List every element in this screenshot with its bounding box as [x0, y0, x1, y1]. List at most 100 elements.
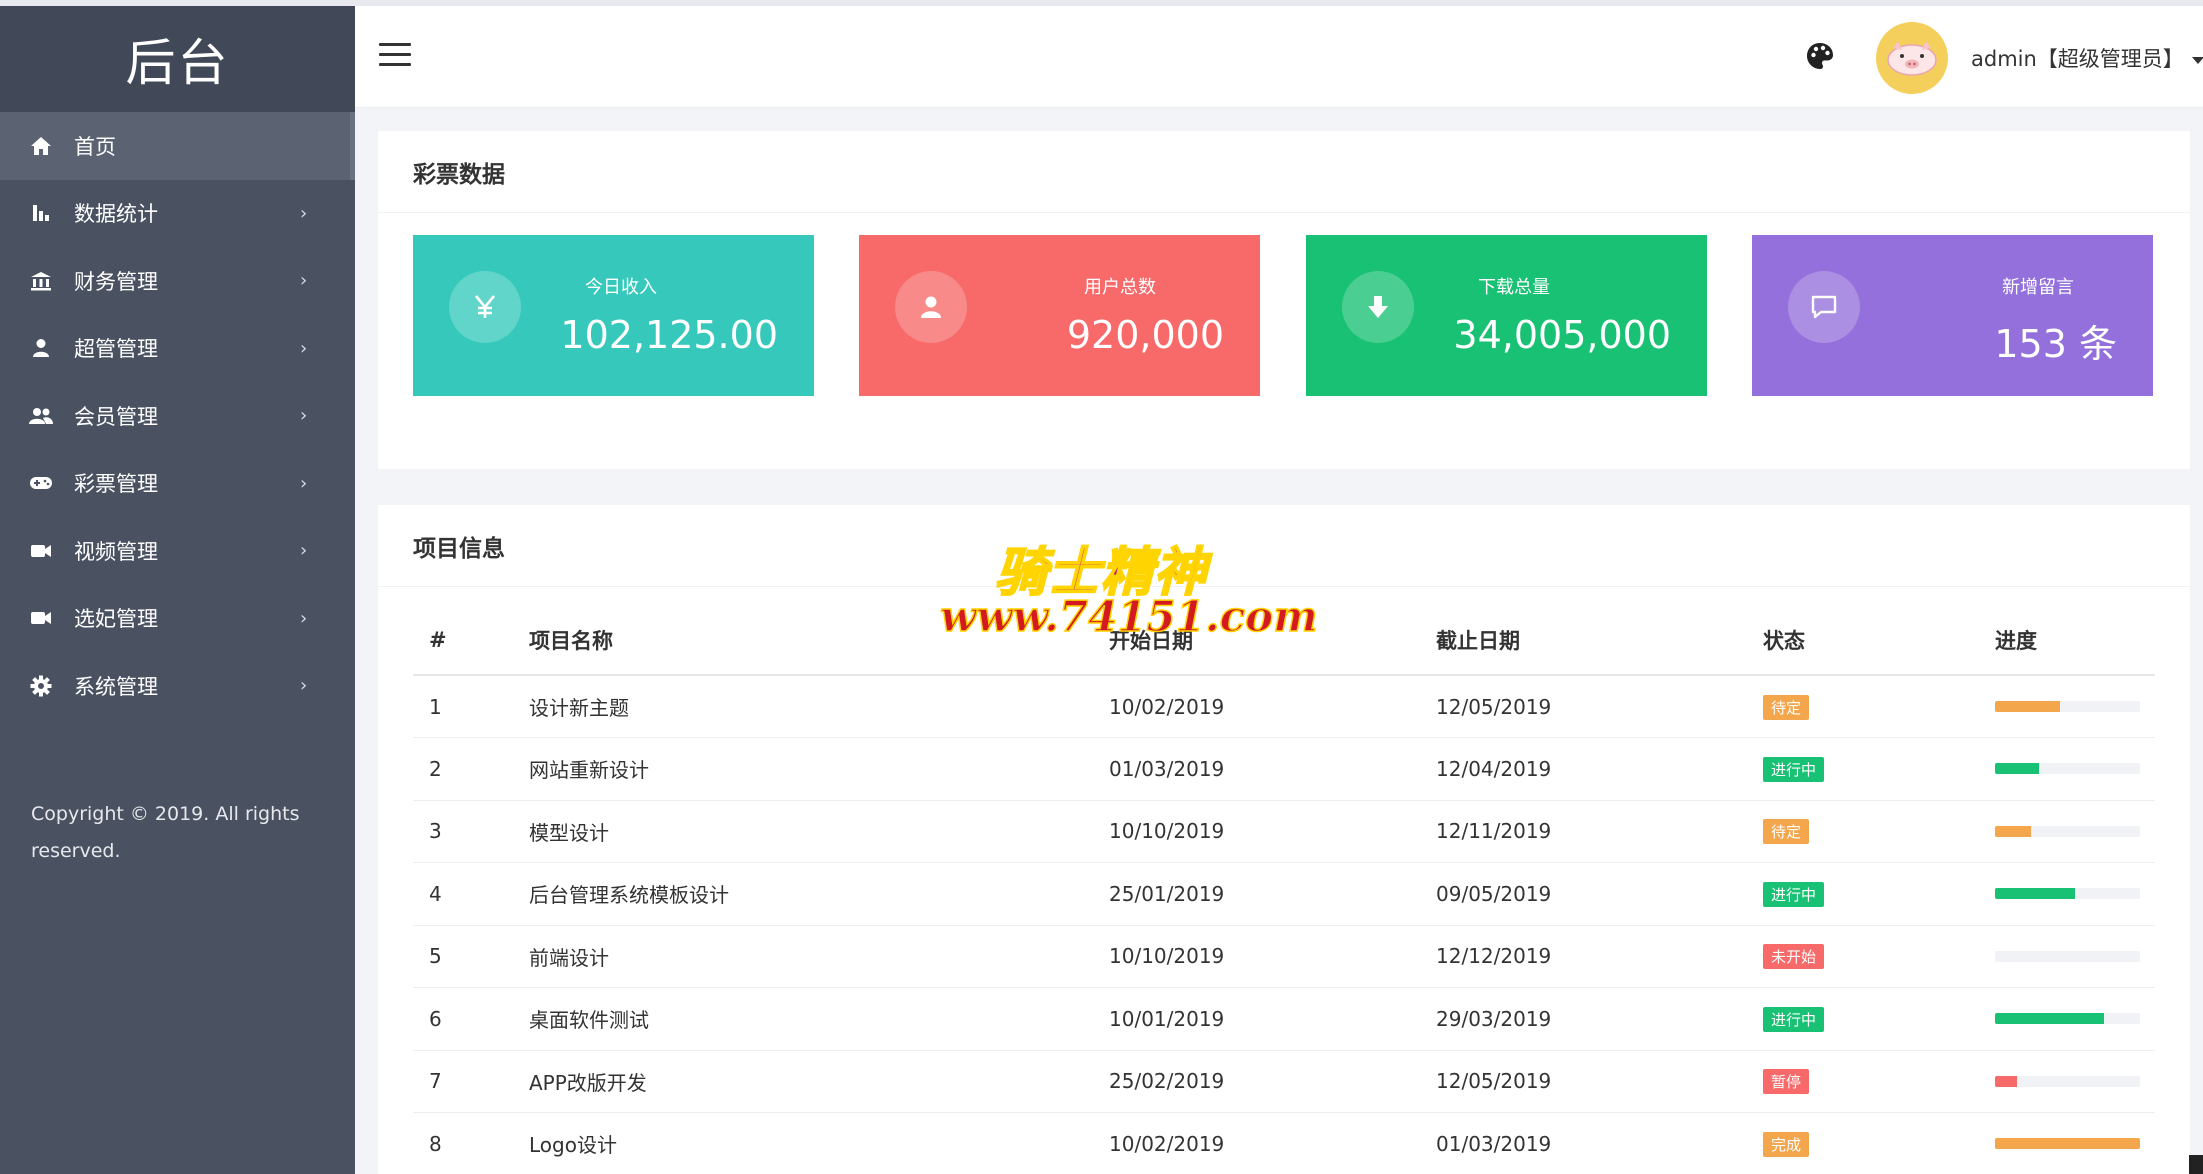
- table-cell-name: 桌面软件测试: [513, 987, 1093, 1051]
- table-cell-end: 09/05/2019: [1420, 862, 1747, 926]
- status-badge: 完成: [1763, 1131, 1810, 1157]
- sidebar-item-finance[interactable]: 财务管理 ›: [0, 247, 355, 315]
- table-row[interactable]: 3 模型设计 10/10/2019 12/11/2019 待定: [413, 800, 2155, 863]
- table-cell-progress: [1979, 925, 2155, 988]
- stat-card-messages[interactable]: 新增留言 153 条: [1752, 235, 2153, 396]
- panel-title: 项目信息: [378, 505, 2190, 587]
- table-cell-status: 进行中: [1747, 987, 1979, 1051]
- table-cell-progress: [1979, 862, 2155, 926]
- table-cell-name: 前端设计: [513, 925, 1093, 988]
- sidebar-item-video[interactable]: 视频管理 ›: [0, 517, 355, 585]
- progress-bar: [1995, 763, 2140, 775]
- chevron-right-icon: ›: [300, 675, 308, 697]
- table-row[interactable]: 1 设计新主题 10/02/2019 12/05/2019 待定: [413, 675, 2155, 738]
- sidebar-item-members[interactable]: 会员管理 ›: [0, 382, 355, 450]
- table-cell-status: 暂停: [1747, 1050, 1979, 1113]
- table-cell-id: 1: [413, 675, 513, 738]
- table-cell-end: 01/03/2019: [1420, 1112, 1747, 1174]
- sidebar-item-label: 会员管理: [74, 404, 158, 429]
- progress-bar: [1995, 1138, 2140, 1150]
- table-cell-end: 12/05/2019: [1420, 1050, 1747, 1113]
- stat-value: 920,000: [1066, 313, 1224, 357]
- sidebar-item-label: 首页: [74, 134, 116, 159]
- palette-icon[interactable]: [1805, 41, 1837, 73]
- table-row[interactable]: 6 桌面软件测试 10/01/2019 29/03/2019 进行中: [413, 987, 2155, 1051]
- menu-toggle-button[interactable]: [379, 43, 411, 69]
- status-badge: 进行中: [1763, 756, 1825, 782]
- sidebar-nav: 首页 数据统计 › 财务管理 › 超管管理 › 会员管理 › 彩票管理 › 视频…: [0, 112, 355, 720]
- project-info-panel: 项目信息 # 项目名称 开始日期 截止日期 状态 进度 1 设计新主题 10/02/…: [378, 505, 2190, 1174]
- sidebar-item-label: 系统管理: [74, 674, 158, 699]
- table-row[interactable]: 4 后台管理系统模板设计 25/01/2019 09/05/2019 进行中: [413, 862, 2155, 926]
- chevron-right-icon: ›: [300, 607, 308, 629]
- progress-bar-fill: [1995, 701, 2061, 712]
- pig-avatar-icon: [1887, 41, 1937, 76]
- lottery-data-panel: 彩票数据 今日收入 102,125.00 用户总数 920,000 下载总量 3…: [378, 131, 2190, 469]
- table-cell-id: 6: [413, 987, 513, 1051]
- table-cell-start: 10/01/2019: [1093, 987, 1420, 1051]
- comment-icon: [1788, 271, 1860, 343]
- table-cell-end: 12/04/2019: [1420, 737, 1747, 801]
- sidebar-item-label: 选妃管理: [74, 607, 158, 632]
- user-icon: [895, 271, 967, 343]
- projects-table-body: 1 设计新主题 10/02/2019 12/05/2019 待定 2 网站重新设计 01/03…: [413, 675, 2155, 1174]
- table-cell-id: 8: [413, 1112, 513, 1174]
- sidebar-item-label: 彩票管理: [74, 472, 158, 497]
- stat-card-income[interactable]: 今日收入 102,125.00: [413, 235, 814, 396]
- user-name-label: admin【超级管理员】: [1971, 47, 2184, 71]
- status-badge: 暂停: [1763, 1069, 1810, 1095]
- status-badge: 进行中: [1763, 881, 1825, 907]
- table-cell-start: 10/02/2019: [1093, 1112, 1420, 1174]
- chevron-right-icon: ›: [300, 472, 308, 494]
- sidebar-item-super-admin[interactable]: 超管管理 ›: [0, 315, 355, 383]
- stat-card-downloads[interactable]: 下载总量 34,005,000: [1306, 235, 1707, 396]
- table-cell-start: 10/10/2019: [1093, 925, 1420, 988]
- download-icon: [1342, 271, 1414, 343]
- chevron-right-icon: ›: [300, 540, 308, 562]
- sidebar-item-system[interactable]: 系统管理 ›: [0, 652, 355, 720]
- table-cell-progress: [1979, 675, 2155, 738]
- avatar[interactable]: [1876, 22, 1948, 94]
- hamburger-icon: [379, 43, 411, 46]
- table-cell-progress: [1979, 1112, 2155, 1174]
- users-icon: [28, 403, 54, 429]
- sidebar-item-home[interactable]: 首页: [0, 112, 355, 180]
- table-cell-name: 网站重新设计: [513, 737, 1093, 801]
- stat-card-users[interactable]: 用户总数 920,000: [859, 235, 1260, 396]
- video-icon: [28, 605, 54, 631]
- progress-bar: [1995, 1013, 2140, 1025]
- progress-bar-fill: [1995, 1075, 2017, 1087]
- table-row[interactable]: 2 网站重新设计 01/03/2019 12/04/2019 进行中: [413, 737, 2155, 801]
- table-cell-id: 2: [413, 737, 513, 801]
- column-header: 状态: [1747, 605, 1979, 676]
- progress-bar-fill: [1995, 1138, 2140, 1150]
- column-header: 开始日期: [1093, 605, 1420, 676]
- table-cell-end: 29/03/2019: [1420, 987, 1747, 1051]
- user-menu[interactable]: admin【超级管理员】: [1971, 43, 2203, 73]
- home-icon: [28, 133, 54, 159]
- projects-table: # 项目名称 开始日期 截止日期 状态 进度 1 设计新主题 10/02/2019 1…: [413, 605, 2155, 1174]
- table-row[interactable]: 8 Logo设计 10/02/2019 01/03/2019 完成: [413, 1112, 2155, 1174]
- chevron-right-icon: ›: [300, 337, 308, 359]
- table-cell-status: 完成: [1747, 1112, 1979, 1174]
- table-cell-progress: [1979, 737, 2155, 801]
- table-row[interactable]: 7 APP改版开发 25/02/2019 12/05/2019 暂停: [413, 1050, 2155, 1113]
- caret-down-icon: [2191, 56, 2203, 64]
- stat-label: 下载总量: [1478, 277, 1550, 298]
- status-badge: 待定: [1763, 819, 1810, 845]
- sidebar-item-label: 视频管理: [74, 539, 158, 564]
- table-cell-progress: [1979, 800, 2155, 863]
- table-cell-end: 12/11/2019: [1420, 800, 1747, 863]
- scrollbar-corner: [2189, 1155, 2203, 1174]
- gamepad-icon: [28, 470, 54, 496]
- table-cell-id: 5: [413, 925, 513, 988]
- sidebar-item-selection[interactable]: 选妃管理 ›: [0, 585, 355, 653]
- progress-bar: [1995, 825, 2140, 837]
- progress-bar: [1995, 888, 2140, 900]
- top-header: admin【超级管理员】: [355, 6, 2203, 108]
- sidebar-item-lottery[interactable]: 彩票管理 ›: [0, 450, 355, 518]
- sidebar-item-statistics[interactable]: 数据统计 ›: [0, 180, 355, 248]
- table-cell-start: 10/02/2019: [1093, 675, 1420, 738]
- progress-bar: [1995, 950, 2140, 962]
- table-row[interactable]: 5 前端设计 10/10/2019 12/12/2019 未开始: [413, 925, 2155, 988]
